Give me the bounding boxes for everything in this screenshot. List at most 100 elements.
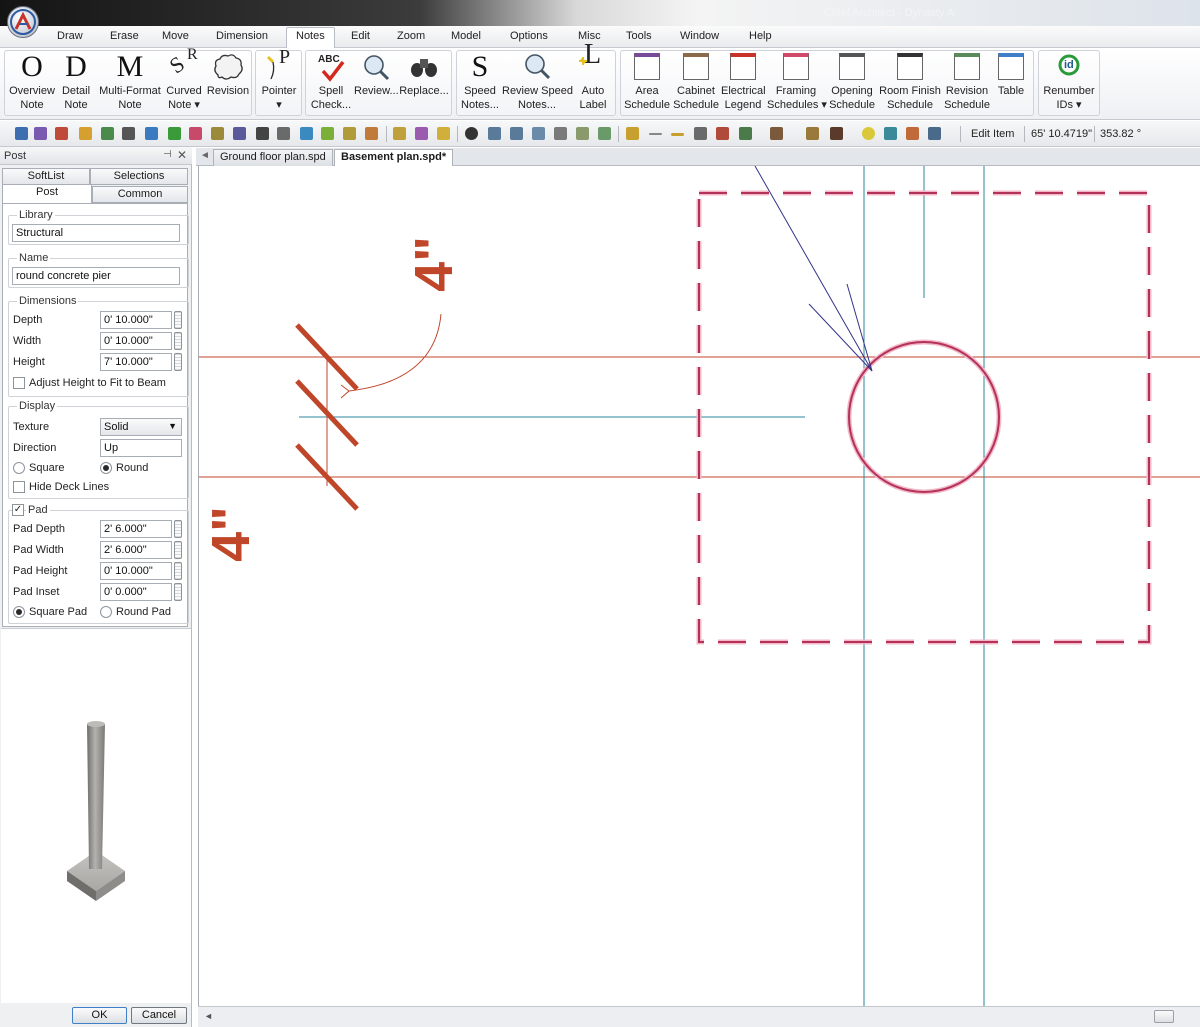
material-icon[interactable]	[830, 127, 843, 140]
save-all-icon[interactable]	[34, 127, 47, 140]
table-button[interactable]: Table	[992, 49, 1030, 115]
menu-notes[interactable]: Notes	[286, 27, 335, 48]
view-icon[interactable]	[465, 127, 478, 140]
tape-measure-icon[interactable]	[884, 127, 897, 140]
reshape-icon[interactable]	[321, 127, 334, 140]
layer-icon[interactable]	[532, 127, 545, 140]
undo-icon[interactable]	[145, 127, 158, 140]
line-style-icon[interactable]	[626, 127, 639, 140]
width-spinner[interactable]	[174, 332, 182, 350]
menu-window[interactable]: Window	[680, 30, 719, 42]
lock-icon[interactable]	[79, 127, 92, 140]
search-icon[interactable]	[928, 127, 941, 140]
framing-schedules-button[interactable]: Framing Schedules ▾	[767, 49, 827, 115]
menu-model[interactable]: Model	[451, 30, 481, 42]
redo-icon[interactable]	[168, 127, 181, 140]
transform-icon[interactable]	[300, 127, 313, 140]
cross-section-icon[interactable]	[343, 127, 356, 140]
horizontal-scrollbar[interactable]: ◄	[198, 1006, 1200, 1027]
library-field[interactable]: Structural	[12, 224, 180, 242]
pad-width-field[interactable]: 2' 6.000"	[100, 541, 172, 559]
revision-cloud-button[interactable]: Revision	[205, 49, 251, 115]
arrow-style-icon[interactable]	[694, 127, 707, 140]
tab-selections[interactable]: Selections	[90, 168, 188, 185]
pad-inset-field[interactable]: 0' 0.000"	[100, 583, 172, 601]
pad-width-spinner[interactable]	[174, 541, 182, 559]
line-color-icon[interactable]	[671, 133, 684, 136]
room-finish-schedule-button[interactable]: Room Finish Schedule	[878, 49, 942, 115]
eraser-icon[interactable]	[189, 127, 202, 140]
group-select-icon[interactable]	[233, 127, 246, 140]
review-button[interactable]: Review...	[354, 49, 399, 115]
fill-window-icon[interactable]	[598, 127, 611, 140]
hammer-icon[interactable]	[906, 127, 919, 140]
pad-height-spinner[interactable]	[174, 562, 182, 580]
cancel-button[interactable]: Cancel	[131, 1007, 187, 1024]
square-pad-radio[interactable]	[13, 606, 25, 618]
floor-up-icon[interactable]	[510, 127, 523, 140]
zoom-window-icon[interactable]	[576, 127, 589, 140]
snap-icon[interactable]	[101, 127, 114, 140]
menu-draw[interactable]: Draw	[57, 30, 83, 42]
scroll-left-icon[interactable]: ◄	[204, 1011, 213, 1021]
revision-schedule-button[interactable]: Revision Schedule	[944, 49, 990, 115]
renumber-ids-button[interactable]: id Renumber IDs ▾	[1040, 49, 1098, 115]
close-icon[interactable]: ✕	[177, 148, 187, 162]
fill-style-icon[interactable]	[739, 127, 752, 140]
depth-spinner[interactable]	[174, 311, 182, 329]
review-speed-notes-button[interactable]: Review Speed Notes...	[502, 49, 573, 115]
adjust-height-checkbox[interactable]	[13, 377, 25, 389]
pad-height-field[interactable]: 0' 10.000"	[100, 562, 172, 580]
curved-note-button[interactable]: S R Curved Note ▾	[164, 47, 204, 115]
tab-ground-floor-plan[interactable]: Ground floor plan.spd	[213, 149, 333, 166]
depth-field[interactable]: 0' 10.000"	[100, 311, 172, 329]
name-field[interactable]: round concrete pier	[12, 267, 180, 285]
library-icon[interactable]	[415, 127, 428, 140]
menu-erase[interactable]: Erase	[110, 30, 139, 42]
app-logo-icon[interactable]	[7, 6, 39, 38]
text-style-icon[interactable]	[770, 127, 783, 140]
menu-options[interactable]: Options	[510, 30, 548, 42]
texture-select[interactable]: Solid ▼	[100, 418, 182, 436]
pencil-icon[interactable]	[122, 127, 135, 140]
menu-help[interactable]: Help	[749, 30, 772, 42]
pointer-button[interactable]: P Pointer ▾	[258, 47, 300, 115]
direction-field[interactable]: Up	[100, 439, 182, 457]
open-object-icon[interactable]	[365, 127, 378, 140]
tab-common[interactable]: Common	[92, 186, 188, 203]
layer-display-icon[interactable]	[716, 127, 729, 140]
tab-softlist[interactable]: SoftList	[2, 168, 90, 185]
height-spinner[interactable]	[174, 353, 182, 371]
select-objects-icon[interactable]	[211, 127, 224, 140]
scroll-thumb[interactable]	[1154, 1010, 1174, 1023]
spell-check-button[interactable]: ABC Spell Check...	[308, 49, 354, 115]
drawing-canvas[interactable]: 4" 4"	[198, 165, 1200, 1006]
round-pad-radio[interactable]	[100, 606, 112, 618]
ok-button[interactable]: OK	[72, 1007, 127, 1024]
window-tile-icon[interactable]	[554, 127, 567, 140]
menu-edit[interactable]: Edit	[351, 30, 370, 42]
height-field[interactable]: 7' 10.000"	[100, 353, 172, 371]
wall-type-icon[interactable]	[806, 127, 819, 140]
speed-notes-button[interactable]: S Speed Notes...	[460, 49, 500, 115]
electrical-legend-button[interactable]: Electrical Legend	[721, 49, 766, 115]
pad-depth-spinner[interactable]	[174, 520, 182, 538]
detail-note-button[interactable]: D Detail Note	[58, 49, 94, 115]
auto-label-button[interactable]: L Auto Label	[574, 41, 612, 115]
building-icon[interactable]	[393, 127, 406, 140]
overview-note-button[interactable]: O Overview Note	[8, 49, 56, 115]
replace-button[interactable]: Replace...	[399, 49, 449, 115]
menu-tools[interactable]: Tools	[626, 30, 652, 42]
opening-schedule-button[interactable]: Opening Schedule	[828, 49, 876, 115]
menu-move[interactable]: Move	[162, 30, 189, 42]
width-field[interactable]: 0' 10.000"	[100, 332, 172, 350]
cabinet-schedule-button[interactable]: Cabinet Schedule	[672, 49, 720, 115]
line-weight-icon[interactable]	[649, 133, 662, 135]
tab-basement-plan[interactable]: Basement plan.spd*	[334, 149, 454, 166]
copy-icon[interactable]	[277, 127, 290, 140]
3d-preview[interactable]	[1, 628, 191, 1003]
save-icon[interactable]	[15, 127, 28, 140]
move-icon[interactable]	[256, 127, 269, 140]
pad-inset-spinner[interactable]	[174, 583, 182, 601]
light-bulb-icon[interactable]	[862, 127, 875, 140]
